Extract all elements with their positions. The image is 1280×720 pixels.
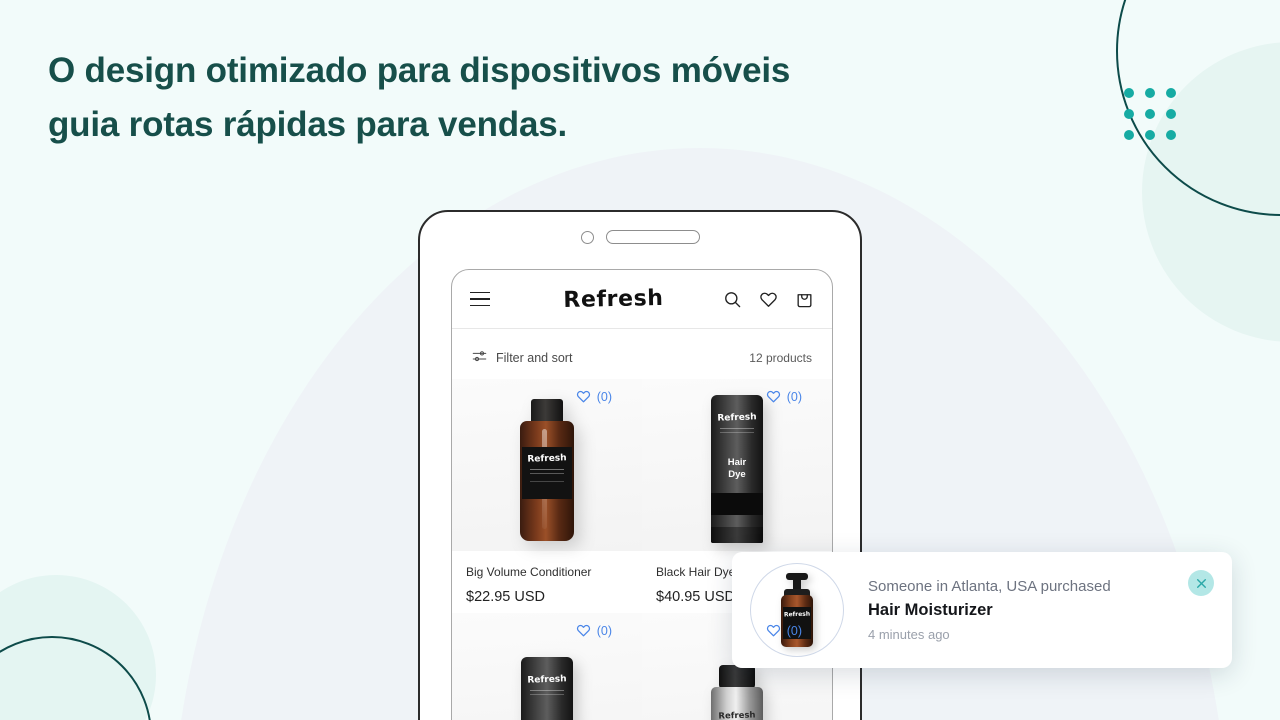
page-title: O design otimizado para dispositivos móv… [48,51,791,144]
favorite-count: (0) [786,623,802,638]
bottle-brand-text: Refresh [527,453,567,465]
header-icon-group [723,290,814,309]
shopping-bag-icon[interactable] [795,290,814,309]
circle-fill-icon-bottom-left [0,575,156,720]
toast-text-block: Someone in Atlanta, USA purchased Hair M… [844,578,1188,642]
filter-label: Filter and sort [496,351,573,365]
dot-grid-icon [1124,88,1176,140]
heart-icon[interactable] [759,290,778,309]
tube-brand-text: Refresh [717,412,757,424]
tube-brand-text: Refresh [527,674,567,686]
heart-outline-icon [766,389,781,404]
circle-outline-icon-bottom-left [0,636,152,720]
store-brand-logo: Refresh [563,285,664,313]
toast-product-name: Hair Moisturizer [868,601,993,619]
favorite-toggle[interactable]: (0) [766,389,802,404]
product-image: Refresh Hair Dye [642,379,832,551]
product-info: Big Volume Conditioner $22.95 USD [452,551,642,605]
heart-outline-icon [766,623,781,638]
black-tube-icon: Refresh [521,657,573,720]
filter-and-sort-button[interactable]: Filter and sort [472,349,572,367]
thumb-brand-text: Refresh [783,610,811,619]
product-image: Refresh [452,613,642,720]
black-tube-icon: Refresh Hair Dye [711,395,763,543]
brown-bottle-icon: Refresh [520,399,574,541]
product-image: Refresh [452,379,642,551]
camera-dot-icon [580,230,594,244]
toast-timestamp: 4 minutes ago [868,627,950,642]
phone-sensors [420,230,860,244]
store-header: Refresh [452,270,832,328]
heart-outline-icon [576,389,591,404]
product-count: 12 products [749,351,812,365]
product-card[interactable]: (0) Refresh Big Volume Conditioner $22.9… [452,379,642,613]
product-title: Big Volume Conditioner [466,565,592,579]
product-card[interactable]: (0) Refresh [452,613,642,720]
favorite-count: (0) [786,389,802,404]
favorite-toggle[interactable]: (0) [576,623,612,638]
favorite-count: (0) [596,389,612,404]
close-icon[interactable] [1188,570,1214,596]
heart-outline-icon [576,623,591,638]
product-price: $22.95 USD [466,589,545,605]
search-icon[interactable] [723,290,742,309]
favorite-count: (0) [596,623,612,638]
purchase-notification-toast[interactable]: Refresh Someone in Atlanta, USA purchase… [732,552,1232,668]
product-grid: (0) Refresh Big Volume Conditioner $22.9… [452,379,832,720]
product-thumbnail-icon: Refresh [750,563,844,657]
hamburger-menu-icon[interactable] [470,291,490,307]
toast-message: Someone in Atlanta, USA purchased [868,578,1111,595]
bottle-brand-text: Refresh [718,710,756,720]
promo-stage: O design otimizado para dispositivos móv… [0,0,1280,720]
speaker-pill-icon [605,230,700,244]
favorite-toggle[interactable]: (0) [576,389,612,404]
silver-bottle-icon: Refresh [711,665,763,720]
filter-sliders-icon [472,349,487,367]
filter-bar: Filter and sort 12 products [452,329,832,379]
circle-fill-icon-top-right [1142,42,1280,342]
favorite-toggle[interactable]: (0) [766,623,802,638]
tube-name-text: Hair Dye [727,457,747,480]
